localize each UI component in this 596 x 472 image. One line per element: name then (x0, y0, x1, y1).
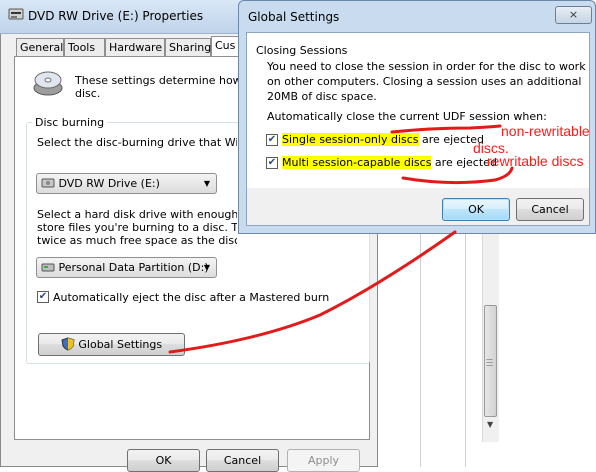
properties-title: DVD RW Drive (E:) Properties (28, 9, 204, 23)
drive-select[interactable]: DVD RW Drive (E:) ▼ (36, 173, 217, 194)
close-icon: × (568, 8, 579, 21)
multi-session-checkbox[interactable]: ✔ (266, 157, 278, 169)
drive-select-value: DVD RW Drive (E:) (58, 177, 160, 190)
dialog-title: Global Settings (248, 10, 340, 24)
auto-eject-checkbox[interactable]: ✔ (37, 291, 49, 303)
tab-sharing[interactable]: Sharing (165, 38, 211, 56)
drive-small-icon (41, 178, 55, 188)
column-divider (465, 232, 466, 467)
partition-select[interactable]: Personal Data Partition (D:) ▼ (36, 257, 217, 278)
cancel-button[interactable]: Cancel (206, 449, 279, 472)
closing-sessions-heading: Closing Sessions (256, 44, 348, 57)
tab-hardware[interactable]: Hardware (105, 38, 165, 56)
dialog-ok-button[interactable]: OK (442, 198, 510, 221)
single-session-checkbox[interactable]: ✔ (266, 134, 278, 146)
tab-customize[interactable]: Cus (211, 36, 241, 57)
apply-button[interactable]: Apply (287, 449, 360, 472)
select-drive-text: Select the disc-burning drive that Windo… (37, 136, 237, 149)
intro-text: These settings determine how Win disc. (75, 74, 240, 100)
close-button[interactable]: × (555, 6, 592, 24)
multi-session-label: Multi session-capable discs are ejected (282, 156, 497, 169)
dialog-cancel-button[interactable]: Cancel (516, 198, 584, 221)
auto-close-text: Automatically close the current UDF sess… (267, 110, 547, 123)
auto-eject-label: Automatically eject the disc after a Mas… (53, 291, 330, 304)
global-settings-button[interactable]: Global Settings (38, 333, 185, 356)
scrollbar-grip: — — — (486, 355, 493, 369)
hard-disk-text: Select a hard disk drive with enough fre… (37, 208, 237, 247)
disc-drive-icon (33, 71, 63, 96)
disc-burning-label: Disc burning (32, 116, 108, 129)
partition-select-value: Personal Data Partition (D:) (58, 261, 209, 274)
note-non-rewritable: non-rewritable (501, 123, 590, 139)
closing-sessions-description: You need to close the session in order f… (267, 60, 586, 103)
hard-drive-icon (41, 263, 55, 272)
note-rewritable: rewritable discs (487, 153, 584, 169)
tab-general[interactable]: General (16, 38, 64, 56)
single-session-label: Single session-only discs are ejected (282, 133, 485, 146)
chevron-down-icon: ▼ (203, 263, 210, 272)
tab-tools[interactable]: Tools (64, 38, 105, 56)
scroll-down-arrow-icon[interactable]: ▼ (487, 420, 493, 429)
chevron-down-icon: ▼ (203, 179, 210, 188)
ok-button[interactable]: OK (127, 449, 200, 472)
shield-icon (61, 337, 75, 351)
drive-icon (8, 8, 24, 20)
column-divider (420, 232, 421, 467)
